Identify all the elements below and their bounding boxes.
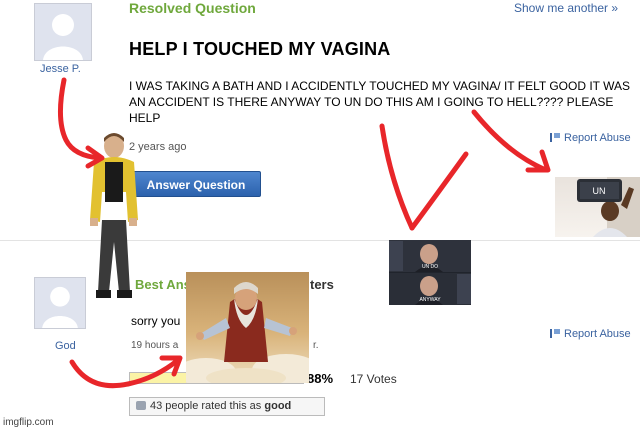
arrow-to-sign <box>471 109 549 173</box>
arrow-to-jesse <box>58 77 103 161</box>
imgflip-watermark: imgflip.com <box>3 417 54 428</box>
red-arrows-overlay <box>58 77 551 389</box>
arrow-to-god <box>69 357 181 389</box>
arrow-to-gif <box>379 123 415 231</box>
arrow-to-gif-head <box>409 151 469 231</box>
